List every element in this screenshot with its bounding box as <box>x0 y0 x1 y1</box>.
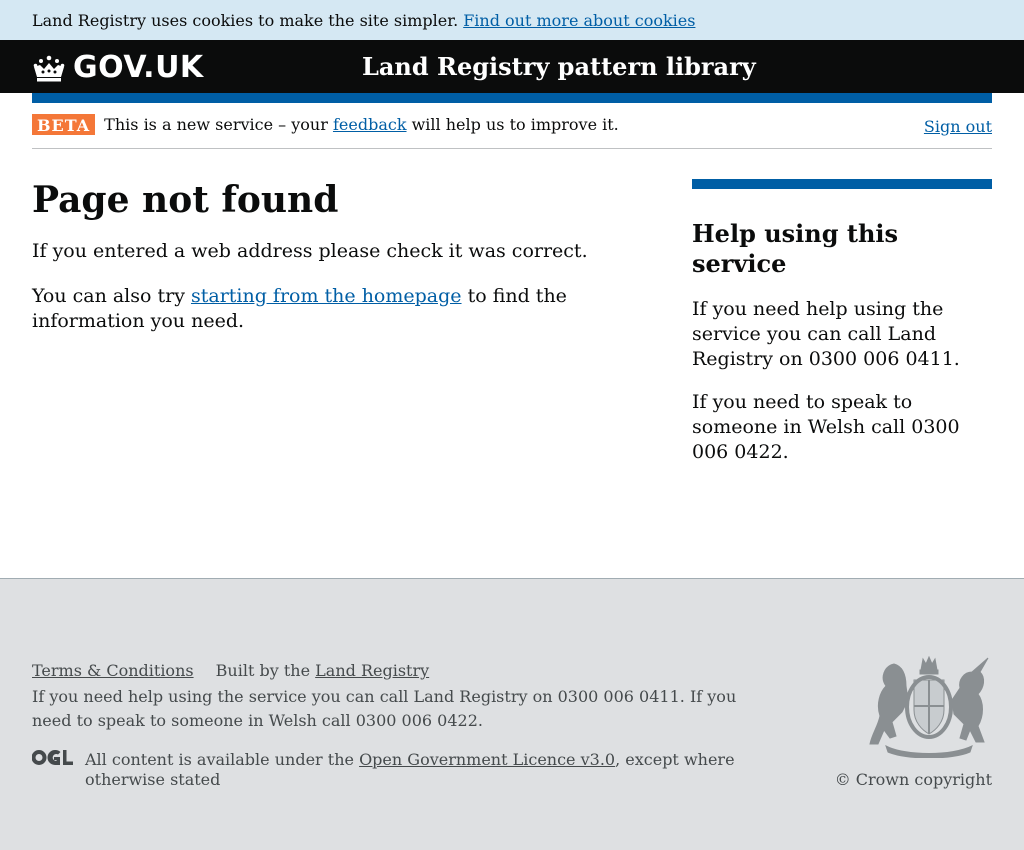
check-address-text: If you entered a web address please chec… <box>32 240 588 262</box>
cookie-info-link[interactable]: Find out more about cookies <box>463 11 695 30</box>
homepage-suggestion: You can also try starting from the homep… <box>32 284 592 334</box>
cookie-banner: Land Registry uses cookies to make the s… <box>0 0 1024 40</box>
help-sidebar: Help using this service If you need help… <box>692 179 992 465</box>
footer-links: Terms & Conditions Built by the Land Reg… <box>32 661 429 680</box>
ogl-licence-link[interactable]: Open Government Licence v3.0 <box>359 750 615 769</box>
crown-copyright: © Crown copyright <box>834 770 992 789</box>
ogl-logo-icon <box>32 749 73 765</box>
built-by-text: Built by the <box>215 661 311 680</box>
govuk-logo-link[interactable]: GOV.UK <box>32 50 204 85</box>
land-registry-link[interactable]: Land Registry <box>315 661 429 680</box>
header-blue-stripe <box>32 93 992 103</box>
homepage-text-before: You can also try <box>32 285 185 307</box>
help-phone-text: If you need help using the service you c… <box>692 298 960 370</box>
feedback-link[interactable]: feedback <box>333 115 407 134</box>
cookie-banner-text: Land Registry uses cookies to make the s… <box>32 10 459 30</box>
licence-text-before: All content is available under the <box>85 750 354 769</box>
help-title: Help using this service <box>692 219 899 278</box>
phase-text-after: will help us to improve it. <box>411 114 619 134</box>
govuk-logo-text: GOV.UK <box>73 50 204 85</box>
crown-icon <box>33 55 65 81</box>
service-name-link[interactable]: Land Registry pattern library <box>362 52 756 81</box>
phase-banner-text: This is a new service – your feedback wi… <box>104 115 619 134</box>
phase-text-before: This is a new service – your <box>104 114 328 134</box>
footer-help-text: If you need help using the service you c… <box>32 687 737 730</box>
help-welsh-text: If you need to speak to someone in Welsh… <box>692 391 960 463</box>
page-title: Page not found <box>32 179 339 221</box>
royal-coat-of-arms-icon <box>869 656 989 758</box>
main-content: Page not found If you entered a web addr… <box>0 149 1024 579</box>
site-footer: Terms & Conditions Built by the Land Reg… <box>0 578 1024 850</box>
sidebar-blue-bar <box>692 179 992 189</box>
homepage-link[interactable]: starting from the homepage <box>191 285 462 307</box>
phase-banner: BETA This is a new service – your feedba… <box>32 103 992 149</box>
sign-out-link[interactable]: Sign out <box>924 117 992 136</box>
licence-text: All content is available under the Open … <box>85 750 765 790</box>
beta-tag: BETA <box>32 113 96 135</box>
site-header: GOV.UK Land Registry pattern library <box>0 40 1024 93</box>
terms-link[interactable]: Terms & Conditions <box>32 661 194 680</box>
